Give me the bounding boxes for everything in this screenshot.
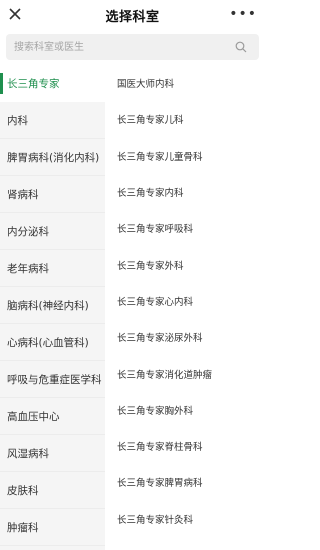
search-icon[interactable] <box>235 41 247 53</box>
department-item[interactable]: 长三角专家针灸科 <box>117 501 265 537</box>
department-item[interactable]: 长三角专家外科 <box>117 246 265 282</box>
category-item[interactable]: 呼吸与危重症医学科 <box>0 361 105 398</box>
category-label: 内科 <box>7 114 28 127</box>
category-label: 脾胃病科(消化内科) <box>7 151 100 164</box>
page-title: 选择科室 <box>105 9 160 25</box>
department-item[interactable]: 长三角专家胸外科 <box>117 392 265 428</box>
category-label: 呼吸与危重症医学科 <box>7 373 102 386</box>
category-label: 内分泌科 <box>7 225 49 238</box>
category-list: 长三角专家 内科 脾胃病科(消化内科) 肾病科 内分泌科 老年病科 脑病科(神经… <box>0 65 105 550</box>
category-item[interactable]: 脾胃病科(消化内科) <box>0 139 105 176</box>
category-label: 老年病科 <box>7 262 49 275</box>
category-label: 风湿病科 <box>7 447 49 460</box>
department-picker: 长三角专家 内科 脾胃病科(消化内科) 肾病科 内分泌科 老年病科 脑病科(神经… <box>0 65 265 550</box>
department-item[interactable]: 长三角专家泌尿外科 <box>117 319 265 355</box>
category-label: 心病科(心血管科) <box>7 336 89 349</box>
department-item[interactable]: 长三角专家消化道肿瘤 <box>117 355 265 391</box>
department-item[interactable]: 长三角专家脾胃病科 <box>117 464 265 500</box>
department-item[interactable]: 长三角专家脊柱骨科 <box>117 428 265 464</box>
department-list: 国医大师内科 长三角专家儿科 长三角专家儿童骨科 长三角专家内科 长三角专家呼吸… <box>105 65 265 550</box>
category-item[interactable]: 内分泌科 <box>0 213 105 250</box>
category-item[interactable]: 老年病科 <box>0 250 105 287</box>
category-item[interactable]: 心病科(心血管科) <box>0 324 105 361</box>
department-item[interactable]: 长三角专家内科 <box>117 174 265 210</box>
category-label: 长三角专家 <box>7 77 60 90</box>
category-label: 肾病科 <box>7 188 39 201</box>
more-menu-icon[interactable]: ••• <box>229 6 257 22</box>
search-input[interactable] <box>6 34 235 60</box>
category-item[interactable]: 脑病科(神经内科) <box>0 287 105 324</box>
category-label: 肿瘤科 <box>7 521 39 534</box>
department-item[interactable]: 长三角专家呼吸科 <box>117 210 265 246</box>
category-item[interactable]: 风湿病科 <box>0 435 105 472</box>
search-bar[interactable] <box>6 34 259 60</box>
category-item[interactable]: 内科 <box>0 102 105 139</box>
department-item[interactable]: 长三角专家儿童骨科 <box>117 138 265 174</box>
department-item[interactable]: 国医大师内科 <box>117 65 265 101</box>
category-label: 脑病科(神经内科) <box>7 299 89 312</box>
top-bar: 选择科室 ••• <box>0 0 265 30</box>
category-item[interactable]: 肿瘤科 <box>0 509 105 546</box>
category-item[interactable]: 高血压中心 <box>0 398 105 435</box>
category-item[interactable]: 长三角专家 <box>0 65 105 102</box>
category-item[interactable]: 肾病科 <box>0 176 105 213</box>
close-icon[interactable] <box>8 7 22 21</box>
category-item[interactable]: 皮肤科 <box>0 472 105 509</box>
department-item[interactable]: 长三角专家儿科 <box>117 101 265 137</box>
department-item[interactable]: 长三角专家心内科 <box>117 283 265 319</box>
category-label: 皮肤科 <box>7 484 39 497</box>
category-label: 高血压中心 <box>7 410 60 423</box>
